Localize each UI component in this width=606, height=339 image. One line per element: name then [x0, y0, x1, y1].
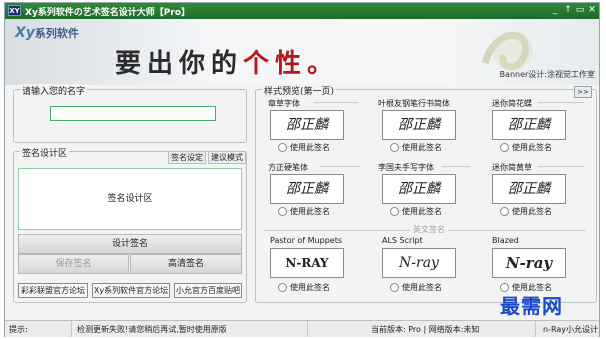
font-preview: 邵正麟: [382, 174, 456, 204]
use-signature-radio[interactable]: 使用此签名: [500, 206, 552, 217]
font-preview: N-ray: [492, 248, 566, 278]
font-preview: 邵正麟: [492, 110, 566, 140]
name-panel-legend: 请输入您的名字: [20, 84, 88, 97]
radio-dot-icon: [500, 207, 509, 216]
radio-dot-icon: [278, 207, 287, 216]
use-signature-radio[interactable]: 使用此签名: [500, 142, 552, 153]
hd-signature-button[interactable]: 高清签名: [130, 254, 242, 274]
radio-dot-icon: [390, 207, 399, 216]
app-window: XY Xy系列软件の艺术签名设计大师【Pro】 _ ↑ ▭ ✕ Xy系列软件 要…: [4, 2, 600, 337]
font-preview: 邵正麟: [270, 174, 344, 204]
use-signature-label: 使用此签名: [290, 143, 330, 152]
logo-mark: Xy: [15, 25, 35, 41]
font-preview: 邵正麟: [492, 174, 566, 204]
use-signature-radio[interactable]: 使用此签名: [278, 206, 330, 217]
logo-text: 系列软件: [34, 27, 79, 40]
divider: [314, 102, 358, 103]
use-signature-label: 使用此签名: [290, 207, 330, 216]
status-separator: [307, 321, 308, 337]
preview-panel-legend: 样式预览(第一页): [262, 84, 337, 97]
use-signature-radio[interactable]: 使用此签名: [390, 282, 442, 293]
watermark: 最需网: [500, 294, 563, 318]
tieba-link[interactable]: 小允官方百度贴吧: [174, 283, 242, 298]
font-preview: 邵正麟: [270, 110, 344, 140]
forum-link-xy[interactable]: Xy系列软件官方论坛: [92, 283, 170, 298]
status-message: 检测更新失败!请您稍后再试,暂时使用原版: [77, 325, 227, 334]
status-hint-label: 提示:: [9, 325, 28, 334]
radio-dot-icon: [278, 283, 287, 292]
radio-dot-icon: [390, 143, 399, 152]
font-card-title: 迷你简黄草: [492, 163, 532, 172]
use-signature-label: 使用此签名: [402, 207, 442, 216]
style-preview-panel: 样式预览(第一页) >> 章草字体 邵正麟 使用此签名 叶根友钢笔行书简体 邵正…: [255, 84, 597, 303]
status-version: 当前版本: Pro | 网络版本:未知: [371, 325, 480, 334]
name-panel: 请输入您的名字: [13, 84, 247, 143]
forum-link-caicai[interactable]: 彩彩联盟官方论坛: [18, 283, 88, 298]
use-signature-radio[interactable]: 使用此签名: [278, 282, 330, 293]
font-card-title: 叶根友钢笔行书简体: [378, 99, 450, 108]
radio-dot-icon: [278, 143, 287, 152]
banner-credit: Banner设计:涂视觉工作室: [499, 70, 595, 79]
design-signature-button[interactable]: 设计签名: [18, 234, 242, 254]
font-card-title: Pastor of Muppets: [270, 236, 343, 245]
font-preview: N-RAY: [270, 248, 344, 278]
divider: [442, 166, 470, 167]
tab-signature-settings[interactable]: 签名设定: [168, 151, 206, 164]
divider: [538, 166, 584, 167]
next-page-button[interactable]: >>: [574, 86, 592, 98]
font-card-title: 方正硬笔体: [268, 163, 308, 172]
status-bar: 提示: 检测更新失败!请您稍后再试,暂时使用原版 当前版本: Pro | 网络版…: [5, 320, 599, 337]
font-card-title: Blazed: [492, 236, 519, 245]
design-panel: 签名设计区 签名设定 建议模式 签名设计区 设计签名 保存签名 高清签名 彩彩联…: [13, 146, 247, 303]
window-title: Xy系列软件の艺术签名设计大师【Pro】: [25, 8, 191, 18]
signature-design-area[interactable]: 签名设计区: [18, 168, 242, 230]
use-signature-radio[interactable]: 使用此签名: [390, 206, 442, 217]
font-card-title: 迷你简花蝶: [492, 99, 532, 108]
pin-button[interactable]: ↑: [562, 4, 574, 17]
use-signature-label: 使用此签名: [290, 283, 330, 292]
close-button[interactable]: ✕: [586, 4, 598, 17]
use-signature-label: 使用此签名: [512, 143, 552, 152]
use-signature-label: 使用此签名: [402, 143, 442, 152]
use-signature-radio[interactable]: 使用此签名: [278, 142, 330, 153]
radio-dot-icon: [390, 283, 399, 292]
banner: Xy系列软件 要出你的个性。 Banner设计:涂视觉工作室: [5, 19, 599, 85]
title-bar[interactable]: XY Xy系列软件の艺术签名设计大师【Pro】 _ ↑ ▭ ✕: [5, 3, 599, 19]
slogan-red: 个性。: [243, 49, 340, 79]
design-panel-legend: 签名设计区: [20, 146, 70, 159]
status-separator: [535, 321, 536, 337]
use-signature-label: 使用此签名: [402, 283, 442, 292]
status-author: n-Ray小允设计: [543, 325, 598, 334]
font-card-title: 章草字体: [268, 99, 300, 108]
slogan-black: 要出你的: [115, 49, 244, 79]
use-signature-radio[interactable]: 使用此签名: [390, 142, 442, 153]
logo: Xy系列软件: [15, 25, 79, 41]
font-preview: 邵正麟: [382, 110, 456, 140]
divider: [538, 102, 584, 103]
status-separator: [71, 321, 72, 337]
font-preview: N-ray: [382, 248, 456, 278]
maximize-button[interactable]: ▭: [574, 4, 586, 17]
banner-slogan: 要出你的个性。: [115, 43, 339, 80]
minimize-button[interactable]: _: [549, 4, 561, 17]
use-signature-label: 使用此签名: [512, 207, 552, 216]
tab-suggest-mode[interactable]: 建议模式: [208, 151, 246, 164]
divider: [320, 166, 360, 167]
font-card-title: 李国夫手写字体: [378, 163, 434, 172]
name-input[interactable]: [50, 106, 216, 121]
font-card-title: ALS Script: [382, 236, 423, 245]
radio-dot-icon: [500, 143, 509, 152]
en-section-label: 英文签名: [410, 224, 448, 235]
save-signature-button[interactable]: 保存签名: [18, 254, 129, 274]
app-icon: XY: [8, 5, 21, 16]
